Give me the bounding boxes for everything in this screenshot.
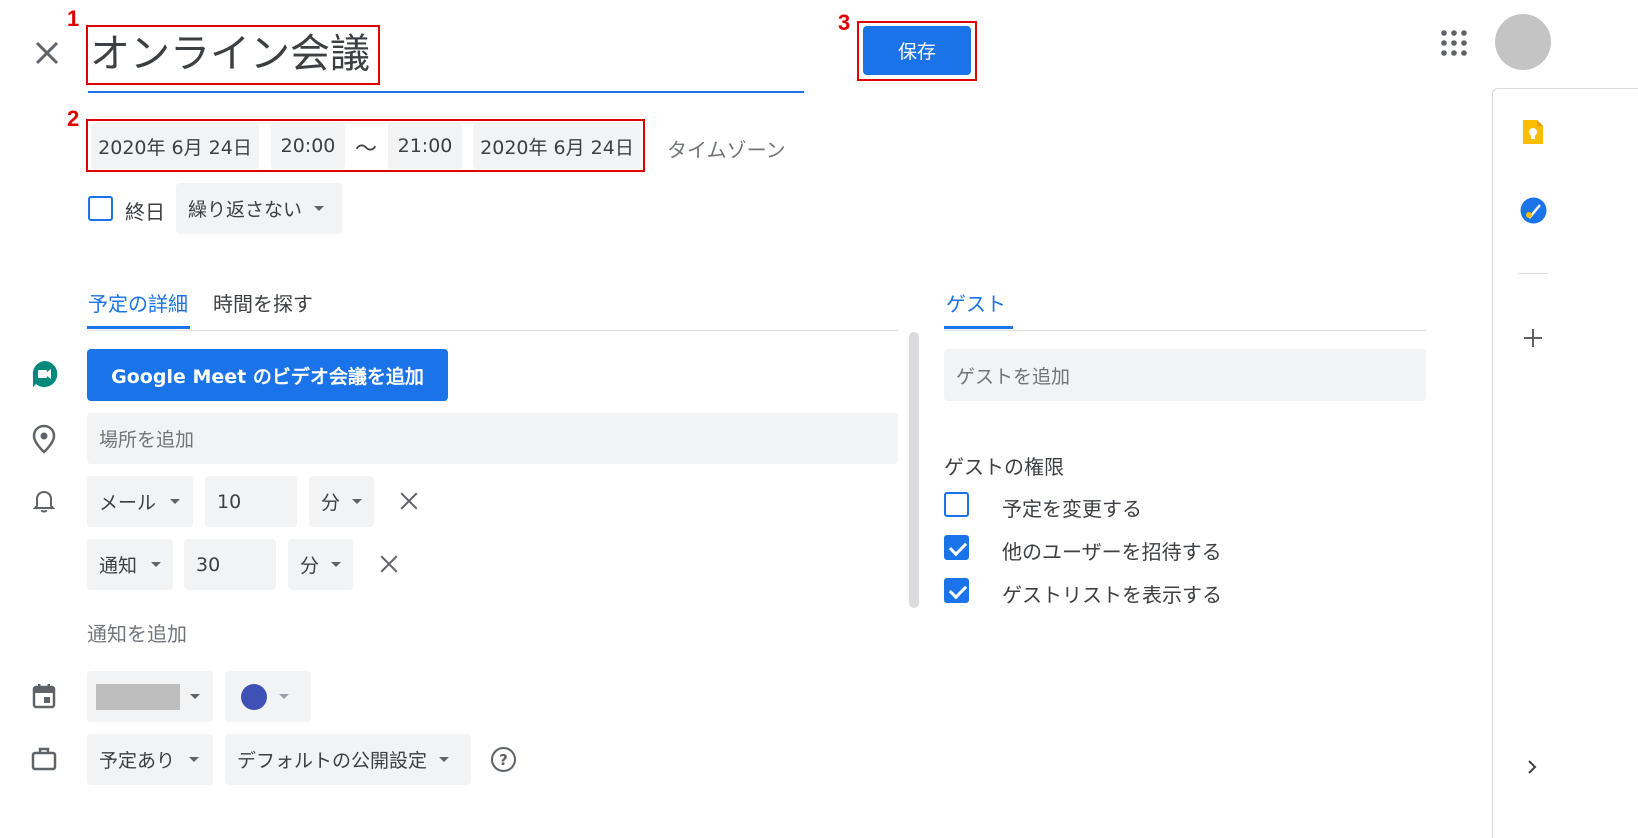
details-scrollbar[interactable] — [909, 332, 919, 608]
tab-details[interactable]: 予定の詳細 — [88, 288, 188, 317]
allday-checkbox[interactable] — [88, 196, 113, 221]
busy-status-value: 予定あり — [99, 750, 176, 772]
side-panel-divider — [1518, 273, 1548, 274]
event-color-swatch — [241, 683, 267, 710]
tasks-icon[interactable] — [1520, 197, 1547, 224]
time-separator: 〜 — [355, 137, 378, 162]
permission-invite-checkbox[interactable] — [944, 535, 969, 560]
permission-modify-checkbox[interactable] — [944, 492, 969, 517]
notification-unit-value: 分 — [300, 555, 320, 577]
tab-guests[interactable]: ゲスト — [946, 288, 1006, 317]
save-button[interactable]: 保存 — [863, 26, 971, 75]
chevron-down-icon — [331, 562, 342, 567]
add-meet-button[interactable]: Google Meet のビデオ会議を追加 — [87, 349, 448, 401]
notification-unit-dropdown-2[interactable]: 分 — [288, 539, 353, 590]
visibility-value: デフォルトの公開設定 — [237, 750, 428, 772]
marker-3: 3 — [838, 10, 851, 35]
start-time-field[interactable]: 20:00 — [271, 123, 345, 169]
notification-unit-dropdown-1[interactable]: 分 — [309, 476, 374, 527]
google-meet-icon — [30, 360, 58, 388]
close-button[interactable] — [30, 36, 64, 70]
chevron-down-icon — [314, 206, 325, 211]
permission-see-list-checkbox[interactable] — [944, 578, 969, 603]
remove-notification-2-icon[interactable] — [378, 553, 400, 575]
notification-value-input-1[interactable]: 10 — [205, 476, 297, 527]
timezone-link[interactable]: タイムゾーン — [667, 134, 786, 163]
close-icon — [35, 41, 59, 65]
chevron-down-icon — [170, 499, 181, 504]
help-icon[interactable]: ? — [491, 747, 516, 772]
calendar-icon — [32, 683, 56, 709]
calendar-select-dropdown[interactable] — [87, 671, 213, 722]
apps-grid-icon — [1441, 30, 1467, 56]
tab-find-time[interactable]: 時間を探す — [213, 288, 313, 317]
repeat-value: 繰り返さない — [188, 199, 303, 221]
notification-unit-value: 分 — [321, 492, 341, 514]
notification-type-dropdown-2[interactable]: 通知 — [87, 539, 173, 590]
remove-notification-1-icon[interactable] — [398, 490, 420, 512]
chevron-down-icon — [439, 757, 450, 762]
guest-permissions-title: ゲストの権限 — [944, 455, 1064, 479]
chevron-down-icon — [279, 694, 289, 699]
chevron-down-icon — [352, 499, 363, 504]
busy-status-dropdown[interactable]: 予定あり — [87, 734, 213, 785]
chevron-right-icon[interactable] — [1522, 757, 1542, 777]
add-icon[interactable] — [1522, 327, 1544, 349]
start-date-field[interactable]: 2020年 6月 24日 — [91, 123, 259, 169]
visibility-dropdown[interactable]: デフォルトの公開設定 — [225, 734, 471, 785]
add-notification-link[interactable]: 通知を追加 — [87, 618, 187, 647]
repeat-dropdown[interactable]: 繰り返さない — [176, 183, 342, 234]
marker-2: 2 — [67, 106, 80, 131]
title-underline — [88, 91, 804, 93]
end-time-field[interactable]: 21:00 — [388, 123, 462, 169]
tabs-divider — [87, 330, 898, 331]
allday-label: 終日 — [125, 200, 165, 224]
notification-type-value: 通知 — [99, 555, 138, 577]
add-guest-input[interactable]: ゲストを追加 — [944, 349, 1426, 401]
briefcase-icon — [31, 747, 57, 771]
tab-details-indicator — [87, 326, 190, 329]
chevron-down-icon — [151, 562, 162, 567]
chevron-down-icon — [189, 757, 200, 762]
location-input[interactable]: 場所を追加 — [87, 413, 898, 464]
end-date-field[interactable]: 2020年 6月 24日 — [473, 123, 641, 169]
keep-icon[interactable] — [1521, 118, 1545, 146]
event-color-dropdown[interactable] — [225, 671, 311, 722]
notification-type-dropdown-1[interactable]: メール — [87, 476, 193, 527]
bell-icon — [32, 488, 56, 514]
side-panel — [1492, 88, 1638, 838]
permission-invite-label: 他のユーザーを招待する — [1002, 540, 1222, 564]
notification-type-value: メール — [99, 492, 157, 514]
permission-modify-label: 予定を変更する — [1002, 497, 1142, 521]
permission-see-list-label: ゲストリストを表示する — [1002, 583, 1222, 607]
notification-value-input-2[interactable]: 30 — [184, 539, 276, 590]
guests-tabs-divider — [944, 330, 1426, 331]
event-title-input[interactable]: オンライン会議 — [90, 26, 370, 82]
apps-grid-button[interactable] — [1440, 29, 1468, 57]
calendar-name-redacted — [96, 683, 180, 710]
marker-1: 1 — [67, 6, 80, 31]
tab-guests-indicator — [944, 326, 1013, 329]
chevron-down-icon — [190, 694, 200, 699]
avatar[interactable] — [1495, 14, 1551, 70]
location-icon — [31, 424, 57, 454]
